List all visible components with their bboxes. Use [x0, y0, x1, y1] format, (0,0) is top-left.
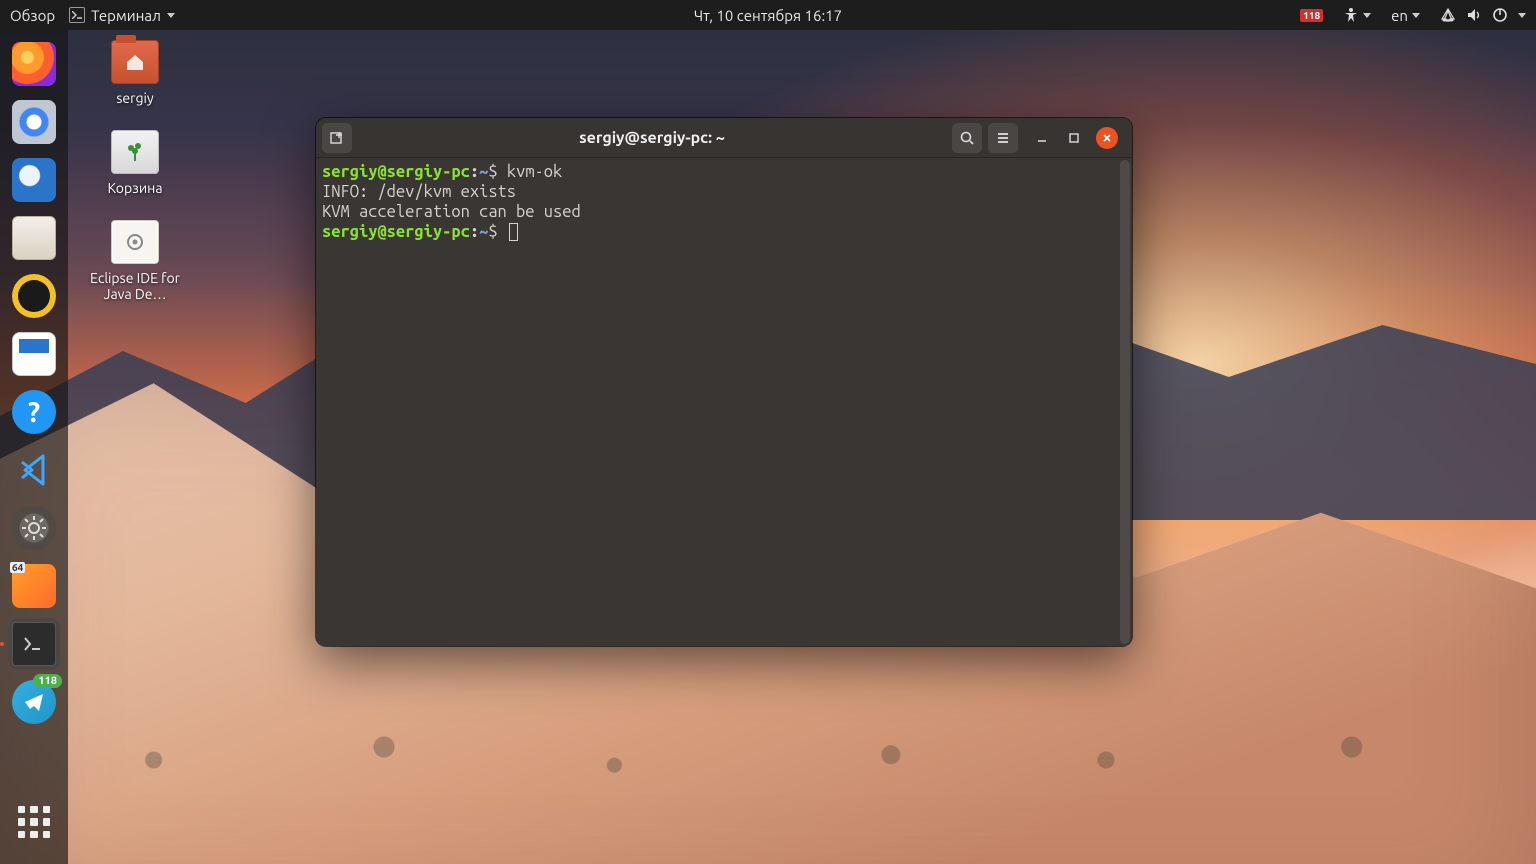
dock-files[interactable]: [8, 212, 60, 264]
firefox-icon: [12, 42, 56, 86]
dock-rhythmbox[interactable]: [8, 270, 60, 322]
thunderbird-icon: [12, 158, 56, 202]
terminal-line: KVM acceleration can be used: [322, 202, 1126, 222]
system-menu[interactable]: [1436, 5, 1530, 25]
chevron-down-icon: [1412, 13, 1420, 18]
dock-virtualbox[interactable]: 64: [8, 560, 60, 612]
top-bar: Обзор Терминал Чт, 10 сентября 16:17 118…: [0, 0, 1536, 30]
activities-button[interactable]: Обзор: [6, 5, 59, 26]
window-minimize-button[interactable]: [1032, 128, 1052, 148]
desktop-icon-trash[interactable]: Корзина: [80, 130, 190, 196]
desktop-icon-label: Eclipse IDE for Java De…: [80, 270, 190, 302]
desktop-icon-label: sergiy: [80, 90, 190, 106]
active-app-menu[interactable]: Терминал: [65, 5, 179, 26]
dock: ? 64 118: [0, 30, 68, 864]
network-icon: [1440, 7, 1456, 23]
keyboard-layout-menu[interactable]: en: [1387, 5, 1424, 26]
writer-icon: [12, 332, 56, 376]
keyboard-layout-label: en: [1391, 7, 1408, 24]
dock-settings[interactable]: [8, 502, 60, 554]
chevron-down-icon: [1518, 13, 1526, 18]
search-button[interactable]: [952, 123, 982, 153]
window-maximize-button[interactable]: [1064, 128, 1084, 148]
desktop-icon-label: Корзина: [80, 180, 190, 196]
dock-telegram[interactable]: 118: [8, 676, 60, 728]
vscode-icon: [12, 448, 56, 492]
volume-icon: [1466, 7, 1482, 23]
minimize-icon: [1036, 132, 1048, 144]
terminal-app-icon: [69, 7, 85, 23]
maximize-icon: [1068, 132, 1080, 144]
rhythmbox-icon: [12, 274, 56, 318]
new-tab-button[interactable]: [322, 123, 352, 153]
dock-thunderbird[interactable]: [8, 154, 60, 206]
hamburger-menu-button[interactable]: [988, 123, 1018, 153]
show-applications-button[interactable]: [8, 796, 60, 848]
power-icon: [1492, 7, 1508, 23]
window-titlebar[interactable]: sergiy@sergiy-pc: ~: [316, 118, 1132, 158]
chevron-down-icon: [167, 13, 175, 18]
terminal-line: sergiy@sergiy-pc:~$ kvm-ok: [322, 162, 1126, 182]
terminal-cursor: [509, 223, 518, 241]
dock-libreoffice-writer[interactable]: [8, 328, 60, 380]
gear-icon: [12, 506, 56, 550]
desktop-file-icon: [111, 220, 159, 264]
dock-vscode[interactable]: [8, 444, 60, 496]
updates-indicator[interactable]: 118: [1296, 7, 1327, 24]
home-folder-icon: [111, 40, 159, 84]
terminal-icon: [12, 622, 56, 666]
accessibility-menu[interactable]: [1339, 5, 1375, 25]
dock-firefox[interactable]: [8, 38, 60, 90]
terminal-content[interactable]: sergiy@sergiy-pc:~$ kvm-okINFO: /dev/kvm…: [316, 158, 1132, 646]
help-icon: ?: [12, 390, 56, 434]
hamburger-icon: [995, 130, 1011, 146]
chromium-icon: [12, 100, 56, 144]
new-tab-icon: [329, 130, 345, 146]
files-icon: [12, 216, 56, 260]
clock[interactable]: Чт, 10 сентября 16:17: [690, 5, 846, 26]
telegram-badge: 118: [33, 674, 62, 688]
dock-help[interactable]: ?: [8, 386, 60, 438]
updates-badge: 118: [1300, 9, 1323, 22]
clock-label: Чт, 10 сентября 16:17: [694, 7, 842, 24]
close-icon: [1101, 132, 1113, 144]
chevron-down-icon: [1363, 13, 1371, 18]
dock-chromium[interactable]: [8, 96, 60, 148]
active-app-label: Терминал: [91, 7, 161, 24]
window-close-button[interactable]: [1096, 127, 1118, 149]
dock-terminal[interactable]: [8, 618, 60, 670]
accessibility-icon: [1343, 7, 1359, 23]
activities-label: Обзор: [10, 7, 55, 24]
terminal-window: sergiy@sergiy-pc: ~ sergiy@sergiy-pc:~$ …: [316, 118, 1132, 646]
desktop-icons: sergiy Корзина Eclipse IDE for Java De…: [80, 40, 190, 326]
terminal-line: INFO: /dev/kvm exists: [322, 182, 1126, 202]
trash-icon: [111, 130, 159, 174]
desktop-icon-home[interactable]: sergiy: [80, 40, 190, 106]
terminal-line: sergiy@sergiy-pc:~$: [322, 222, 1126, 242]
terminal-scrollbar[interactable]: [1120, 160, 1130, 644]
virtualbox-icon: 64: [12, 564, 56, 608]
desktop-icon-eclipse[interactable]: Eclipse IDE for Java De…: [80, 220, 190, 302]
search-icon: [959, 130, 975, 146]
window-title: sergiy@sergiy-pc: ~: [358, 129, 946, 147]
